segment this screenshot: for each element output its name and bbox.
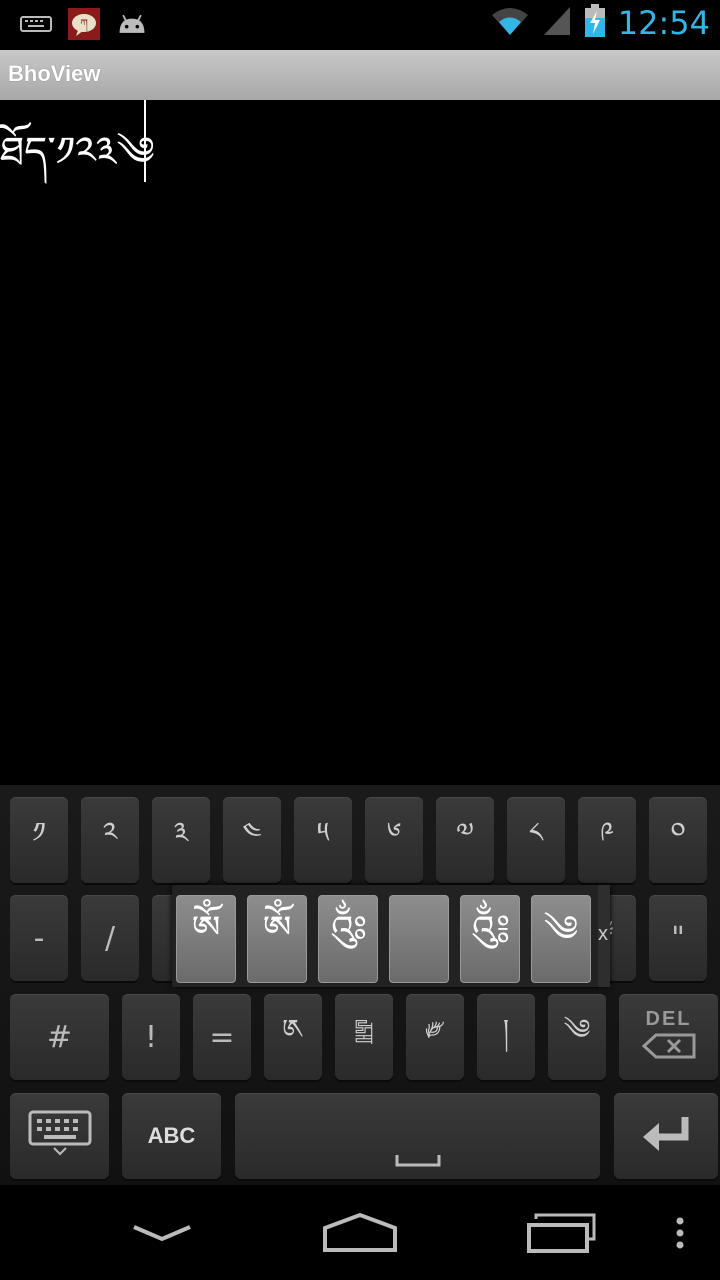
key-label: # bbox=[46, 1019, 73, 1055]
key-label: ༣ bbox=[173, 815, 189, 849]
home-icon bbox=[322, 1212, 398, 1258]
key-label: ༤ bbox=[242, 815, 262, 849]
key-label: ༂ bbox=[329, 909, 367, 950]
home-button[interactable] bbox=[310, 1205, 410, 1265]
key-shad[interactable]: ། bbox=[477, 994, 535, 1080]
key-label: ! bbox=[144, 1019, 158, 1055]
key-digit-3[interactable]: ༣ bbox=[152, 797, 210, 883]
key-label: ༧ bbox=[456, 815, 474, 849]
key-digit-1[interactable]: ༡ bbox=[10, 797, 68, 883]
popup-key-6[interactable]: ༄ bbox=[531, 895, 591, 983]
popup-key-2[interactable]: ༀ bbox=[247, 895, 307, 983]
delete-key[interactable]: DEL bbox=[619, 994, 718, 1080]
popup-key-5[interactable]: ༃ bbox=[460, 895, 520, 983]
key-label: = bbox=[209, 1019, 235, 1055]
key-label: ༡ bbox=[32, 815, 46, 849]
status-bar: ཀ 12:54 bbox=[0, 0, 720, 50]
key-digit-6[interactable]: ༦ bbox=[365, 797, 423, 883]
menu-icon bbox=[675, 1216, 685, 1254]
key-label: ༢ bbox=[102, 815, 118, 849]
navigation-bar bbox=[0, 1185, 720, 1280]
key-label: / bbox=[104, 920, 116, 956]
popup-key-3[interactable]: ༂ bbox=[318, 895, 378, 983]
key-label: ༀ bbox=[262, 909, 292, 950]
key-label: ༨ bbox=[528, 815, 544, 849]
space-icon bbox=[395, 1143, 441, 1176]
key-digit-4[interactable]: ༤ bbox=[223, 797, 281, 883]
popup-key-4[interactable] bbox=[389, 895, 449, 983]
editor-text[interactable]: ཐོད་༡༢༣༄ bbox=[0, 106, 155, 219]
key-label: ། bbox=[502, 1012, 510, 1046]
key-hash[interactable]: # bbox=[10, 994, 109, 1080]
key-label: ༖ bbox=[353, 1012, 375, 1046]
key-label: ༦ bbox=[386, 815, 402, 849]
recent-apps-button[interactable] bbox=[512, 1205, 612, 1265]
abc-button[interactable]: ABC bbox=[122, 1093, 221, 1179]
recent-apps-icon bbox=[526, 1213, 598, 1257]
key-label: ༄ bbox=[543, 909, 579, 950]
keyboard-icon bbox=[28, 1110, 92, 1163]
delete-label: DEL bbox=[645, 1008, 692, 1030]
key-label: ༠ bbox=[670, 815, 686, 849]
back-icon bbox=[130, 1221, 194, 1249]
wifi-icon bbox=[490, 5, 530, 41]
key-label: ༁ bbox=[282, 1012, 304, 1046]
key-label: ༥ bbox=[316, 815, 330, 849]
chat-app-icon: ཀ bbox=[68, 8, 100, 40]
action-bar: BhoView bbox=[0, 50, 720, 100]
key-symbol[interactable]: ༗ bbox=[406, 994, 464, 1080]
battery-charging-icon bbox=[584, 4, 606, 42]
keyboard-icon bbox=[20, 8, 52, 40]
key-label: - bbox=[33, 920, 45, 956]
key-label: ༗ bbox=[425, 1012, 445, 1046]
key-symbol[interactable]: ༁ bbox=[264, 994, 322, 1080]
key-exclamation[interactable]: ! bbox=[122, 994, 180, 1080]
key-digit-0[interactable]: ༠ bbox=[649, 797, 707, 883]
menu-button[interactable] bbox=[630, 1205, 720, 1265]
enter-key[interactable] bbox=[614, 1093, 718, 1179]
key-digit-8[interactable]: ༨ bbox=[507, 797, 565, 883]
signal-icon bbox=[542, 5, 572, 41]
key-digit-9[interactable]: ༩ bbox=[578, 797, 636, 883]
keyboard-switch-button[interactable] bbox=[10, 1093, 109, 1179]
editor-area[interactable]: ཐོད་༡༢༣༄ bbox=[0, 100, 720, 785]
key-slash[interactable]: / bbox=[81, 895, 139, 981]
key-equals[interactable]: = bbox=[193, 994, 251, 1080]
abc-label: ABC bbox=[147, 1123, 196, 1148]
popup-close-button[interactable]: x bbox=[598, 923, 608, 946]
space-key[interactable] bbox=[235, 1093, 600, 1179]
key-hyphen[interactable]: - bbox=[10, 895, 68, 981]
key-digit-5[interactable]: ༥ bbox=[294, 797, 352, 883]
key-quote[interactable]: " bbox=[649, 895, 707, 981]
key-symbol[interactable]: ༖ bbox=[335, 994, 393, 1080]
enter-icon bbox=[641, 1113, 691, 1160]
clock: 12:54 bbox=[617, 4, 710, 42]
key-label: ༃ bbox=[470, 909, 510, 950]
text-cursor bbox=[144, 100, 146, 182]
key-label: ༄ bbox=[563, 1012, 591, 1046]
key-digit-2[interactable]: ༢ bbox=[81, 797, 139, 883]
key-label: " bbox=[671, 920, 685, 956]
key-label: ༩ bbox=[599, 815, 615, 849]
back-button[interactable] bbox=[112, 1205, 212, 1265]
android-icon bbox=[116, 8, 148, 40]
alternate-characters-popup: ཨོཾ ༀ ༂ ༃ ༄ x bbox=[172, 885, 610, 987]
key-symbol[interactable]: ༄ bbox=[548, 994, 606, 1080]
key-label: ཨོཾ bbox=[191, 909, 221, 950]
key-digit-7[interactable]: ༧ bbox=[436, 797, 494, 883]
popup-key-1[interactable]: ཨོཾ bbox=[176, 895, 236, 983]
app-title: BhoView bbox=[8, 61, 101, 86]
backspace-icon bbox=[641, 1033, 696, 1066]
